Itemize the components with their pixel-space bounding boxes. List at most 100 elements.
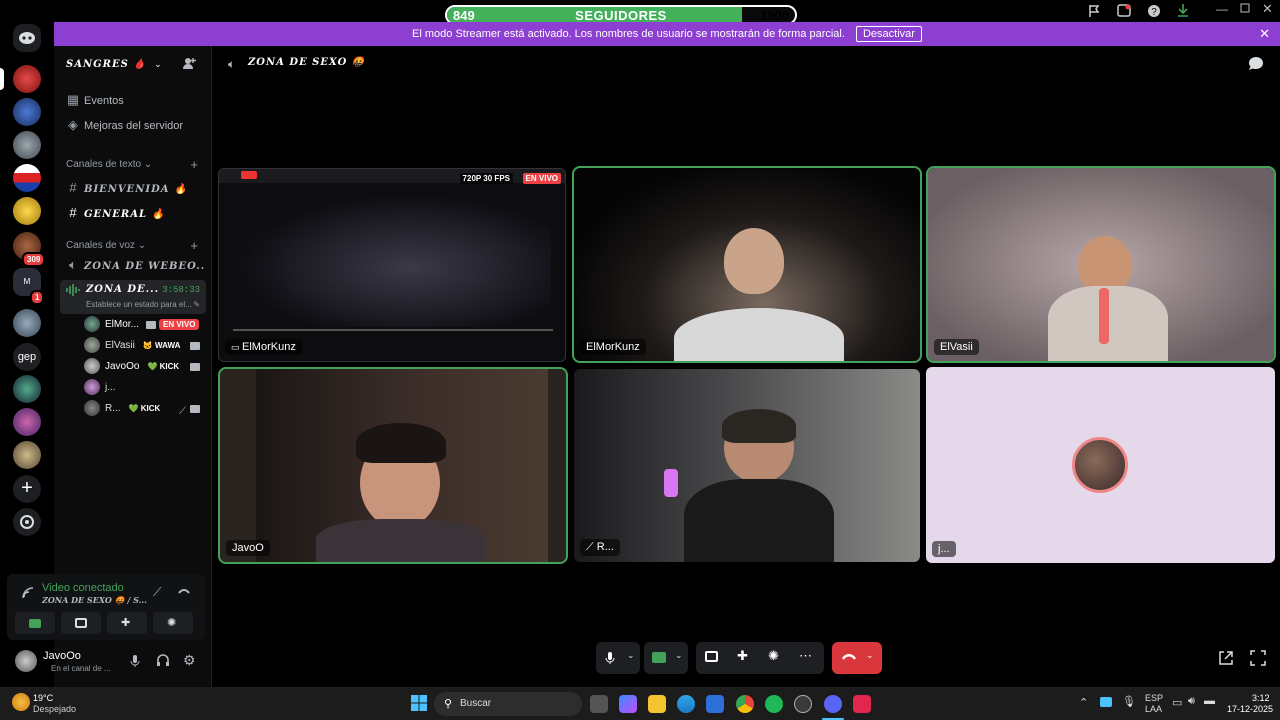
disconnect-icon[interactable]	[177, 584, 191, 598]
events-item[interactable]: ▦ Eventos	[66, 89, 206, 111]
video-tile-avatar[interactable]: j...	[926, 367, 1275, 563]
tray-mic-icon[interactable]: 🎙︎	[1122, 695, 1136, 708]
server-gep-icon[interactable]: gep	[13, 343, 41, 371]
stream-quality-badge: 720P 30 FPS	[459, 173, 513, 184]
server-boosts-item[interactable]: ◈ Mejoras del servidor	[66, 114, 206, 136]
voice-channel-label[interactable]: ZONA DE SEXO 🤬 / S...	[42, 595, 147, 605]
server-yellow-icon[interactable]	[13, 197, 41, 225]
network-icon[interactable]: ▭	[1172, 696, 1182, 709]
voice-channel-webeo[interactable]: 🔈︎ ZONA DE WEBEO...	[66, 254, 206, 276]
voice-user[interactable]: ElMor... EN VIVO	[84, 315, 204, 335]
tiktok-icon[interactable]	[853, 695, 871, 713]
weather-icon[interactable]	[12, 693, 30, 711]
server-fortnite-icon[interactable]	[13, 98, 41, 126]
store-icon[interactable]	[706, 695, 724, 713]
pencil-icon[interactable]: ✎	[193, 300, 200, 309]
deactivate-button[interactable]: Desactivar	[855, 26, 922, 42]
flag-icon[interactable]	[1088, 4, 1100, 17]
activities-button[interactable]: ✚	[107, 612, 147, 634]
user-avatar[interactable]	[15, 650, 37, 672]
discord-taskbar-icon[interactable]	[824, 695, 842, 713]
add-server-icon[interactable]: +	[13, 475, 41, 503]
video-tile-user[interactable]: JavoO	[218, 367, 568, 564]
server-beige-icon[interactable]	[13, 441, 41, 469]
voice-user[interactable]: R... 💚 KICK ⟋	[84, 399, 204, 419]
server-green-icon[interactable]	[13, 375, 41, 403]
server-badge-icon[interactable]	[13, 131, 41, 159]
download-icon[interactable]	[1177, 3, 1189, 17]
screen-share-icon[interactable]	[705, 651, 718, 662]
settings-gear-icon[interactable]: ⚙	[183, 652, 196, 669]
video-tile-stream[interactable]: 720P 30 FPS EN VIVO ▭ ElMorKunz	[218, 168, 566, 362]
tray-overflow-icon[interactable]: ⌃	[1079, 696, 1088, 709]
soundboard-button[interactable]: ✺	[153, 612, 193, 634]
windows-start-icon[interactable]	[411, 695, 427, 711]
chevron-down-icon[interactable]: ⌄	[627, 650, 635, 661]
discover-icon[interactable]	[13, 508, 41, 536]
clock-time[interactable]: 3:12	[1252, 693, 1270, 703]
app-icon[interactable]	[794, 695, 812, 713]
headphones-icon[interactable]	[156, 653, 170, 667]
discord-home-icon[interactable]	[13, 24, 41, 52]
taskbar-search[interactable]: ⚲ Buscar	[434, 692, 582, 716]
file-explorer-icon[interactable]	[648, 695, 666, 713]
inbox-icon[interactable]	[1117, 4, 1131, 17]
help-icon[interactable]: ?	[1147, 4, 1161, 18]
volume-icon[interactable]: 🔊︎	[1188, 695, 1195, 708]
fullscreen-icon[interactable]	[1250, 650, 1266, 666]
more-options-icon[interactable]: ⋯	[799, 648, 812, 664]
server-mention-badge: 309	[22, 252, 46, 267]
tray-app-icon[interactable]	[1100, 697, 1112, 707]
server-purple-icon[interactable]	[13, 408, 41, 436]
server-photo-icon[interactable]	[13, 309, 41, 337]
close-banner-icon[interactable]: ✕	[1259, 22, 1270, 46]
copilot-icon[interactable]	[619, 695, 637, 713]
video-tile-user[interactable]: ElMorKunz	[572, 166, 922, 363]
noise-suppression-icon[interactable]: ⟋	[153, 585, 161, 600]
channel-bienvenida[interactable]: # BIENVENIDA 🔥	[66, 177, 206, 199]
chevron-down-icon[interactable]: ⌄	[866, 650, 874, 661]
voice-channel-active[interactable]: ZONA DE... 3:58:33 Establece un estado p…	[60, 280, 206, 314]
soundboard-icon[interactable]: ✺	[768, 648, 779, 664]
add-voice-channel-icon[interactable]: +	[190, 239, 198, 253]
add-text-channel-icon[interactable]: +	[190, 158, 198, 172]
keyboard-layout[interactable]: LAA	[1145, 704, 1162, 714]
video-tile-user[interactable]: ElVasii	[926, 166, 1276, 363]
server-sangres-icon[interactable]	[13, 65, 41, 93]
participant-video	[674, 308, 844, 361]
text-channels-category[interactable]: Canales de texto ⌄ +	[66, 158, 206, 172]
edge-icon[interactable]	[677, 695, 695, 713]
server-flag-icon[interactable]	[13, 164, 41, 192]
selected-server-pill	[0, 68, 4, 90]
channel-general[interactable]: # GENERAL 🔥	[66, 202, 206, 224]
activities-icon[interactable]: ✚	[737, 648, 748, 664]
close-window-icon[interactable]: ✕	[1262, 1, 1273, 17]
hang-up-button[interactable]: ⌄	[832, 642, 882, 674]
svg-text:?: ?	[1151, 7, 1157, 18]
chevron-down-icon[interactable]: ⌄	[675, 650, 683, 661]
voice-user[interactable]: JavoOo 💚 KICK	[84, 357, 204, 377]
language-code[interactable]: ESP	[1145, 693, 1163, 703]
voice-user[interactable]: j...	[84, 378, 204, 398]
chat-icon[interactable]	[1248, 56, 1264, 71]
voice-channels-category[interactable]: Canales de voz ⌄ +	[66, 239, 206, 253]
task-view-icon[interactable]	[590, 695, 608, 713]
add-member-icon[interactable]	[182, 56, 196, 70]
battery-icon[interactable]: ▬	[1204, 695, 1215, 707]
minimize-icon[interactable]: —	[1216, 2, 1228, 16]
set-status-text[interactable]: Establece un estado para el...	[86, 300, 194, 309]
muted-mic-icon: ⟋	[179, 406, 186, 417]
video-tile-user[interactable]: ⟋ R...	[574, 369, 920, 562]
screen-share-button[interactable]	[61, 612, 101, 634]
calendar-icon: ▦	[66, 92, 80, 107]
popout-icon[interactable]	[1218, 650, 1234, 666]
clock-date[interactable]: 17-12-2025	[1227, 704, 1273, 714]
camera-toggle-button[interactable]: ⌄	[644, 642, 688, 674]
chrome-icon[interactable]	[736, 695, 754, 713]
microphone-toggle-button[interactable]: ⌄	[596, 642, 640, 674]
camera-toggle-button[interactable]	[15, 612, 55, 634]
maximize-icon[interactable]	[1240, 3, 1250, 13]
microphone-icon[interactable]	[130, 654, 140, 668]
voice-user[interactable]: ElVasii 🐱 WAWA	[84, 336, 204, 356]
spotify-icon[interactable]	[765, 695, 783, 713]
